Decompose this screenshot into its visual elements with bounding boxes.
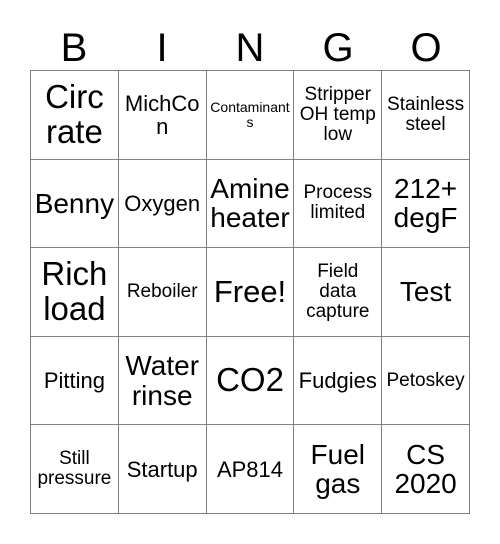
- bingo-cell-i3[interactable]: Reboiler: [118, 248, 207, 337]
- bingo-cell-label: 212+ degF: [393, 173, 458, 234]
- bingo-row: Circ rate MichCon Contaminants Stripper …: [31, 71, 470, 160]
- bingo-card: B I N G O Circ rate MichCon Contaminants…: [30, 12, 470, 514]
- bingo-cell-n2[interactable]: Amine heater: [206, 159, 295, 249]
- bingo-cell-i1[interactable]: MichCon: [118, 71, 207, 160]
- bingo-cell-label: Circ rate: [45, 78, 104, 150]
- bingo-cell-b5[interactable]: Still pressure: [31, 425, 119, 514]
- bingo-cell-o5[interactable]: CS 2020: [382, 425, 470, 514]
- bingo-cell-label: Contaminants: [210, 99, 290, 130]
- bingo-cell-label: Still pressure: [37, 448, 112, 490]
- bingo-cell-label: MichCon: [124, 90, 200, 139]
- bingo-row: Benny Oxygen Amine heater Process limite…: [31, 159, 470, 249]
- bingo-cell-i2[interactable]: Oxygen: [118, 159, 207, 249]
- bingo-cell-label: Fudgies: [298, 368, 377, 394]
- bingo-cell-n4[interactable]: CO2: [206, 336, 295, 426]
- bingo-cell-label: Pitting: [43, 368, 105, 394]
- bingo-cell-o3[interactable]: Test: [382, 248, 470, 337]
- bingo-cell-g2[interactable]: Process limited: [294, 159, 383, 249]
- bingo-cell-g4[interactable]: Fudgies: [294, 336, 383, 426]
- bingo-cell-o2[interactable]: 212+ degF: [382, 159, 470, 249]
- bingo-cell-o1[interactable]: Stainless steel: [382, 71, 470, 160]
- bingo-grid: Circ rate MichCon Contaminants Stripper …: [30, 70, 470, 514]
- bingo-cell-b2[interactable]: Benny: [31, 159, 119, 249]
- bingo-cell-g1[interactable]: Stripper OH temp low: [294, 71, 383, 160]
- bingo-header-letter-g: G: [322, 26, 354, 70]
- bingo-cell-i4[interactable]: Water rinse: [118, 336, 207, 426]
- bingo-cell-label: Amine heater: [210, 173, 290, 234]
- bingo-header-letter-i: I: [156, 26, 168, 70]
- bingo-cell-label: CS 2020: [394, 438, 457, 500]
- bingo-cell-free-space[interactable]: Free!: [206, 248, 295, 337]
- bingo-row: Still pressure Startup AP814 Fuel gas CS…: [31, 425, 470, 514]
- bingo-cell-label: Startup: [126, 456, 198, 482]
- bingo-cell-label: Free!: [213, 273, 287, 309]
- bingo-cell-label: Water rinse: [125, 350, 200, 411]
- bingo-cell-i5[interactable]: Startup: [118, 425, 207, 514]
- bingo-cell-label: Field data capture: [306, 261, 370, 322]
- bingo-cell-b4[interactable]: Pitting: [31, 336, 119, 426]
- bingo-cell-label: CO2: [216, 361, 284, 399]
- bingo-cell-label: Oxygen: [124, 190, 201, 216]
- bingo-cell-label: Stripper OH temp low: [299, 83, 376, 145]
- bingo-header-letter-b: B: [60, 26, 88, 70]
- bingo-row: Rich load Reboiler Free! Field data capt…: [31, 248, 470, 337]
- bingo-cell-g5[interactable]: Fuel gas: [294, 425, 383, 514]
- bingo-header-row: B I N G O: [30, 12, 470, 70]
- bingo-cell-o4[interactable]: Petoskey: [382, 336, 470, 426]
- bingo-cell-label: Rich load: [41, 255, 108, 327]
- bingo-cell-n1[interactable]: Contaminants: [206, 71, 295, 160]
- bingo-header-letter-n: N: [235, 26, 265, 70]
- bingo-cell-label: AP814: [216, 456, 284, 482]
- bingo-cell-label: Stainless steel: [387, 93, 465, 135]
- bingo-cell-b1[interactable]: Circ rate: [31, 71, 119, 160]
- bingo-cell-g3[interactable]: Field data capture: [294, 248, 383, 337]
- bingo-cell-label: Reboiler: [126, 281, 198, 303]
- bingo-cell-label: Process limited: [303, 182, 373, 224]
- bingo-cell-label: Petoskey: [386, 369, 465, 391]
- bingo-cell-n5[interactable]: AP814: [206, 425, 295, 514]
- bingo-cell-b3[interactable]: Rich load: [31, 248, 119, 337]
- bingo-row: Pitting Water rinse CO2 Fudgies Petoskey: [31, 336, 470, 426]
- bingo-cell-label: Test: [399, 276, 452, 308]
- bingo-header-letter-o: O: [410, 26, 442, 70]
- bingo-cell-label: Fuel gas: [310, 438, 366, 500]
- bingo-cell-label: Benny: [34, 187, 115, 219]
